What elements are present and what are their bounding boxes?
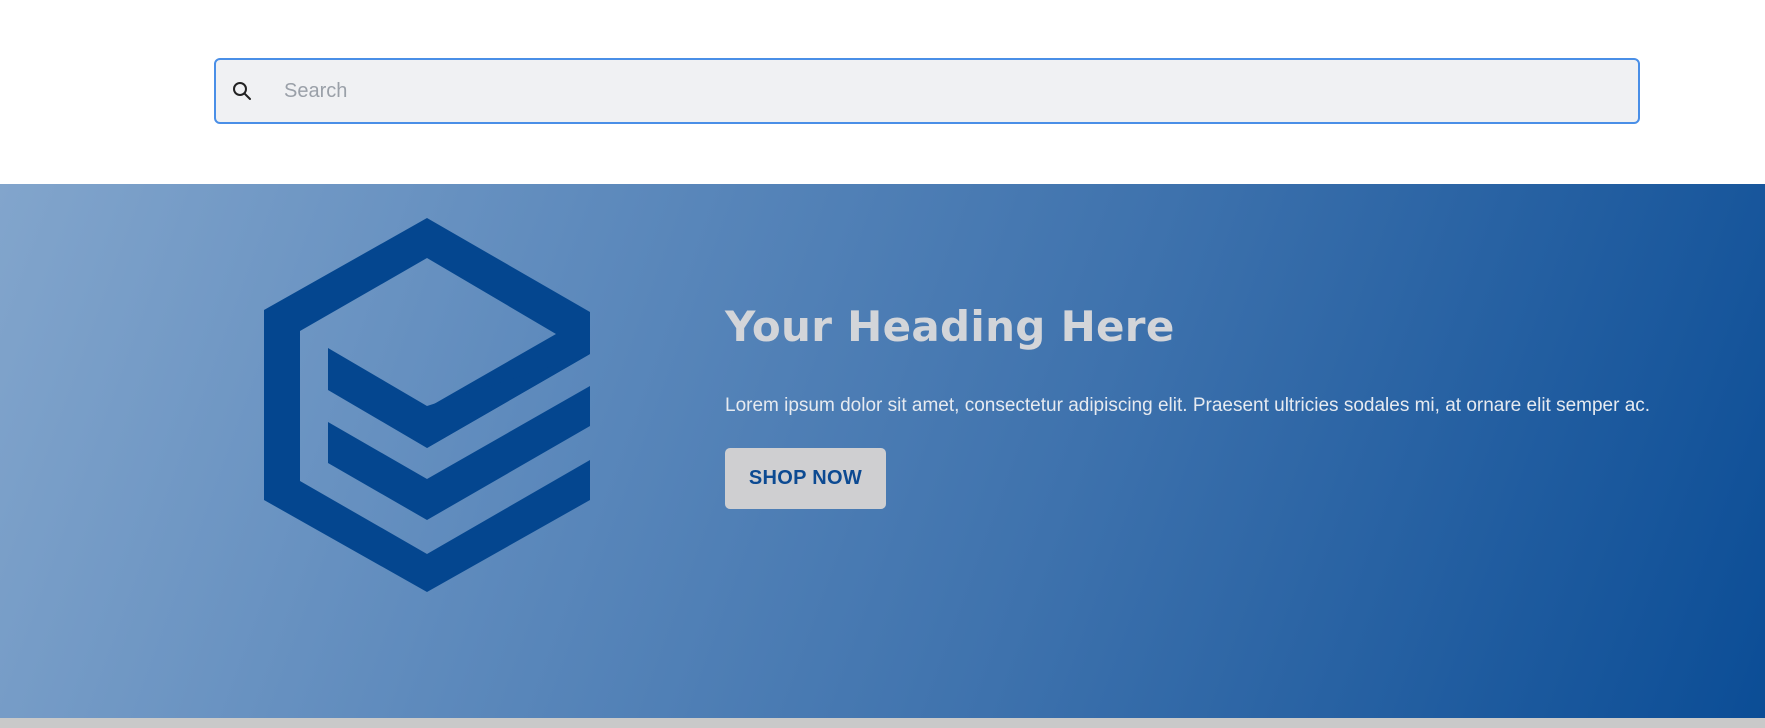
shop-now-button[interactable]: SHOP NOW [725,448,886,509]
hexagon-cube-logo-icon [264,218,590,592]
page: Your Heading Here Lorem ipsum dolor sit … [0,0,1765,728]
hero-banner: Your Heading Here Lorem ipsum dolor sit … [0,184,1765,718]
search-bar[interactable] [214,58,1640,124]
search-input[interactable] [284,60,1638,122]
bottom-divider [0,718,1765,728]
search-icon [230,79,254,103]
hero-description: Lorem ipsum dolor sit amet, consectetur … [725,395,1651,416]
hero-heading: Your Heading Here [725,302,1175,351]
